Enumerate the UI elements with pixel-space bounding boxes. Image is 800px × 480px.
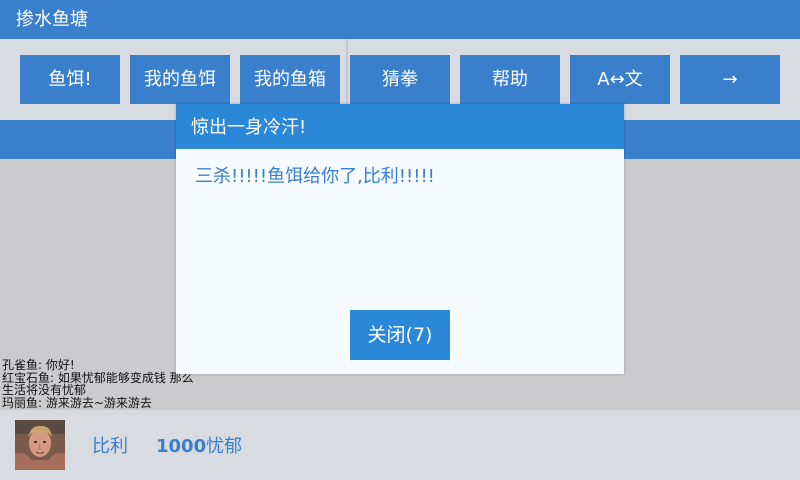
player-bar: 比利 1000忧郁 bbox=[0, 410, 800, 480]
my-bait-button[interactable]: 我的鱼饵 bbox=[130, 55, 230, 104]
dialog-title: 惊出一身冷汗! bbox=[176, 104, 624, 149]
my-fishbox-button[interactable]: 我的鱼箱 bbox=[240, 55, 340, 104]
app-title: 掺水鱼塘 bbox=[0, 0, 800, 39]
currency-unit: 忧郁 bbox=[206, 436, 243, 457]
player-currency: 1000忧郁 bbox=[156, 432, 242, 458]
chat-line: 玛丽鱼: 游来游去~游来游去 bbox=[2, 395, 152, 410]
language-toggle-button[interactable]: A↔文 bbox=[570, 55, 670, 104]
next-arrow-button[interactable]: → bbox=[680, 55, 780, 104]
chat-line: 生活将没有忧郁 bbox=[2, 383, 87, 397]
currency-amount: 1000 bbox=[156, 436, 207, 457]
help-button[interactable]: 帮助 bbox=[460, 55, 560, 104]
dialog-message: 三杀!!!!!鱼饵给你了,比利!!!!! bbox=[195, 166, 435, 187]
alert-dialog: 惊出一身冷汗! 三杀!!!!!鱼饵给你了,比利!!!!! 关闭(7) bbox=[176, 104, 624, 374]
player-name: 比利 bbox=[92, 436, 128, 457]
rock-paper-scissors-button[interactable]: 猜拳 bbox=[350, 55, 450, 104]
avatar[interactable] bbox=[15, 420, 65, 470]
close-button[interactable]: 关闭(7) bbox=[350, 310, 450, 360]
bait-button[interactable]: 鱼饵! bbox=[20, 55, 120, 104]
